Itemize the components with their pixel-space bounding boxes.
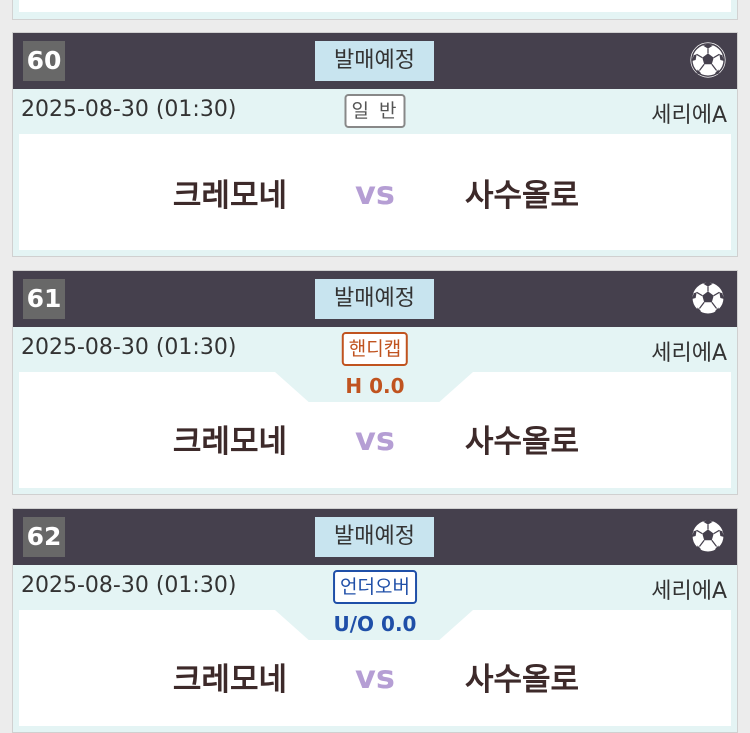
game-number: 61 <box>23 279 65 319</box>
game-card-header: 60 발매예정 <box>13 33 737 89</box>
game-card-header: 61 발매예정 <box>13 271 737 327</box>
matchup[interactable]: 크레모네 vs 사수올로 <box>19 134 731 250</box>
game-card-header: 62 발매예정 <box>13 509 737 565</box>
game-card[interactable]: 61 발매예정 2025-08-30 (01:30) 핸디캡 세리에A H 0.… <box>12 270 738 495</box>
bet-type-badge: 핸디캡 <box>341 332 409 366</box>
matchup[interactable]: H 0.0 크레모네 vs 사수올로 <box>19 372 731 488</box>
away-team: 사수올로 <box>465 178 580 214</box>
game-number: 60 <box>23 41 65 81</box>
status-badge: 발매예정 <box>315 517 434 557</box>
game-info-bar: 2025-08-30 (01:30) 핸디캡 세리에A <box>13 327 737 372</box>
game-datetime: 2025-08-30 (01:30) <box>21 335 237 360</box>
vs-label: vs <box>355 658 395 696</box>
soccer-ball-icon <box>691 281 725 315</box>
game-card[interactable]: 60 발매예정 2025-08-30 (01:30) 일 반 세리에A 크레모네… <box>12 32 738 257</box>
game-card[interactable]: 62 발매예정 2025-08-30 (01:30) 언더오버 세리에A U/O… <box>12 508 738 733</box>
league-name: 세리에A <box>651 579 727 604</box>
game-info-bar: 2025-08-30 (01:30) 언더오버 세리에A <box>13 565 737 610</box>
previous-game-card <box>12 0 738 20</box>
over-under-line: U/O 0.0 <box>333 612 417 636</box>
handicap-line: H 0.0 <box>345 374 405 398</box>
game-number: 62 <box>23 517 65 557</box>
soccer-ball-icon <box>691 519 725 553</box>
bet-type-badge: 언더오버 <box>333 570 417 604</box>
status-badge: 발매예정 <box>315 279 434 319</box>
vs-label: vs <box>355 174 395 212</box>
matchup[interactable]: U/O 0.0 크레모네 vs 사수올로 <box>19 610 731 726</box>
away-team: 사수올로 <box>465 662 580 698</box>
status-badge: 발매예정 <box>315 41 434 81</box>
game-datetime: 2025-08-30 (01:30) <box>21 97 237 122</box>
bet-type-badge: 일 반 <box>344 94 406 128</box>
vs-label: vs <box>355 420 395 458</box>
league-name: 세리에A <box>651 103 727 128</box>
away-team: 사수올로 <box>465 424 580 460</box>
league-name: 세리에A <box>651 341 727 366</box>
game-datetime: 2025-08-30 (01:30) <box>21 573 237 598</box>
game-info-bar: 2025-08-30 (01:30) 일 반 세리에A <box>13 89 737 134</box>
soccer-ball-icon <box>690 42 726 78</box>
